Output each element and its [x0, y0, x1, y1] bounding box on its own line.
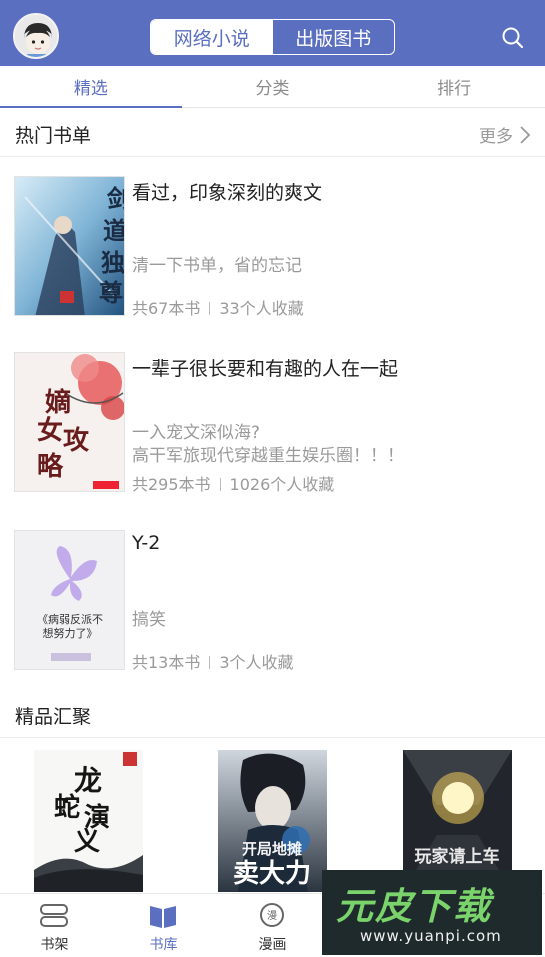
book-list-desc-line-1: 一入宠文深似海?	[132, 423, 261, 443]
book-list-meta: 共67本书 33个人收藏	[132, 295, 304, 319]
tab-featured[interactable]: 精选	[0, 66, 182, 108]
cover-art-dragon: 龙 蛇 演 义	[34, 750, 143, 892]
watermark-brand: 元皮下载	[336, 885, 492, 928]
avatar-icon	[15, 15, 57, 57]
book-list-title: 看过，印象深刻的爽文	[132, 182, 323, 204]
tab-categories[interactable]: 分类	[182, 66, 364, 107]
list-item[interactable]: 剑 道 独 尊 看过，印象深刻的爽文 清一下书单，省的忘记 共67本书 33个人收…	[0, 176, 545, 318]
svg-text:攻: 攻	[63, 426, 90, 456]
app-header: 网络小说 出版图书	[0, 0, 545, 66]
section-title: 热门书单	[15, 125, 92, 147]
book-list-desc: 清一下书单，省的忘记	[132, 256, 302, 276]
book-count: 共13本书	[132, 653, 201, 672]
favorite-count: 3个人收藏	[219, 653, 294, 672]
chevron-right-icon	[520, 125, 531, 144]
svg-text:独: 独	[101, 248, 125, 277]
favorite-count: 1026个人收藏	[229, 475, 335, 494]
nav-label: 书架	[40, 937, 69, 953]
book-list-meta: 共13本书 3个人收藏	[132, 649, 294, 673]
book-list-desc: 搞笑	[132, 610, 166, 630]
more-button[interactable]: 更多	[479, 122, 531, 147]
featured-book[interactable]: 开局地摊 卖大力	[218, 750, 327, 892]
comic-icon: 漫	[260, 903, 284, 927]
svg-text:尊: 尊	[99, 278, 123, 307]
nav-bookshelf[interactable]: 书架	[0, 894, 109, 957]
list-item[interactable]: 《病弱反派不 想努力了》 Y-2 搞笑 共13本书 3个人收藏	[0, 530, 545, 672]
nav-label: 书库	[149, 937, 178, 953]
list-item[interactable]: 嫡 女 攻 略 一辈子很长要和有趣的人在一起 一入宠文深似海? 高干军旅现代穿越…	[0, 352, 545, 494]
favorite-count: 33个人收藏	[219, 299, 304, 318]
svg-text:剑: 剑	[106, 184, 125, 213]
featured-header: 精品汇聚	[0, 690, 545, 738]
svg-text:漫: 漫	[267, 910, 277, 922]
svg-text:想努力了》: 想努力了》	[43, 626, 98, 640]
tab-rankings[interactable]: 排行	[363, 66, 545, 107]
book-list-title: Y-2	[132, 532, 161, 554]
book-cover: 剑 道 独 尊	[14, 176, 125, 316]
search-button[interactable]	[500, 25, 526, 51]
watermark-logo: 元皮下载 www.yuanpi.com	[322, 870, 542, 955]
avatar[interactable]	[13, 13, 59, 59]
more-label: 更多	[479, 127, 513, 147]
svg-text:开局地摊: 开局地摊	[242, 840, 302, 858]
svg-text:玩家请上车: 玩家请上车	[415, 846, 500, 867]
book-cover: 嫡 女 攻 略	[14, 352, 125, 492]
divider	[209, 302, 211, 315]
cover-art-flowers: 嫡 女 攻 略	[15, 353, 124, 491]
source-segmented-control: 网络小说 出版图书	[150, 19, 395, 55]
section-title: 精品汇聚	[15, 706, 92, 728]
book-cover: 《病弱反派不 想努力了》	[14, 530, 125, 670]
bookshelf-icon	[40, 904, 68, 927]
book-list-desc-line-2: 高干军旅现代穿越重生娱乐圈！！！	[132, 446, 404, 466]
book-list-title: 一辈子很长要和有趣的人在一起	[132, 358, 399, 380]
svg-text:道: 道	[103, 216, 125, 245]
book-list-meta: 共295本书 1026个人收藏	[132, 471, 334, 495]
cover-art-butterfly: 《病弱反派不 想努力了》	[15, 531, 124, 669]
segment-web-novels[interactable]: 网络小说	[151, 20, 273, 54]
book-count: 共295本书	[132, 475, 211, 494]
svg-text:女: 女	[37, 415, 63, 446]
nav-comics[interactable]: 漫 漫画	[218, 894, 327, 957]
divider	[219, 478, 221, 491]
search-icon	[502, 27, 524, 49]
svg-text:嫡: 嫡	[45, 387, 71, 418]
svg-text:略: 略	[37, 451, 64, 482]
category-tabs: 精选 分类 排行	[0, 66, 545, 108]
segment-published-books[interactable]: 出版图书	[273, 20, 395, 54]
hot-lists-header: 热门书单 更多	[0, 109, 545, 157]
nav-label: 漫画	[258, 937, 287, 953]
watermark-url: www.yuanpi.com	[360, 927, 502, 945]
nav-library[interactable]: 书库	[109, 894, 218, 957]
book-count: 共67本书	[132, 299, 201, 318]
cover-art-street-stall: 开局地摊 卖大力	[218, 750, 327, 892]
featured-book[interactable]: 龙 蛇 演 义	[34, 750, 143, 892]
svg-text:义: 义	[74, 827, 100, 857]
cover-art-sword: 剑 道 独 尊	[15, 177, 125, 315]
divider	[209, 656, 211, 669]
svg-text:蛇: 蛇	[54, 792, 80, 823]
book-open-icon	[150, 906, 176, 928]
svg-text:《病弱反派不: 《病弱反派不	[37, 612, 103, 626]
svg-text:卖大力: 卖大力	[233, 859, 311, 889]
